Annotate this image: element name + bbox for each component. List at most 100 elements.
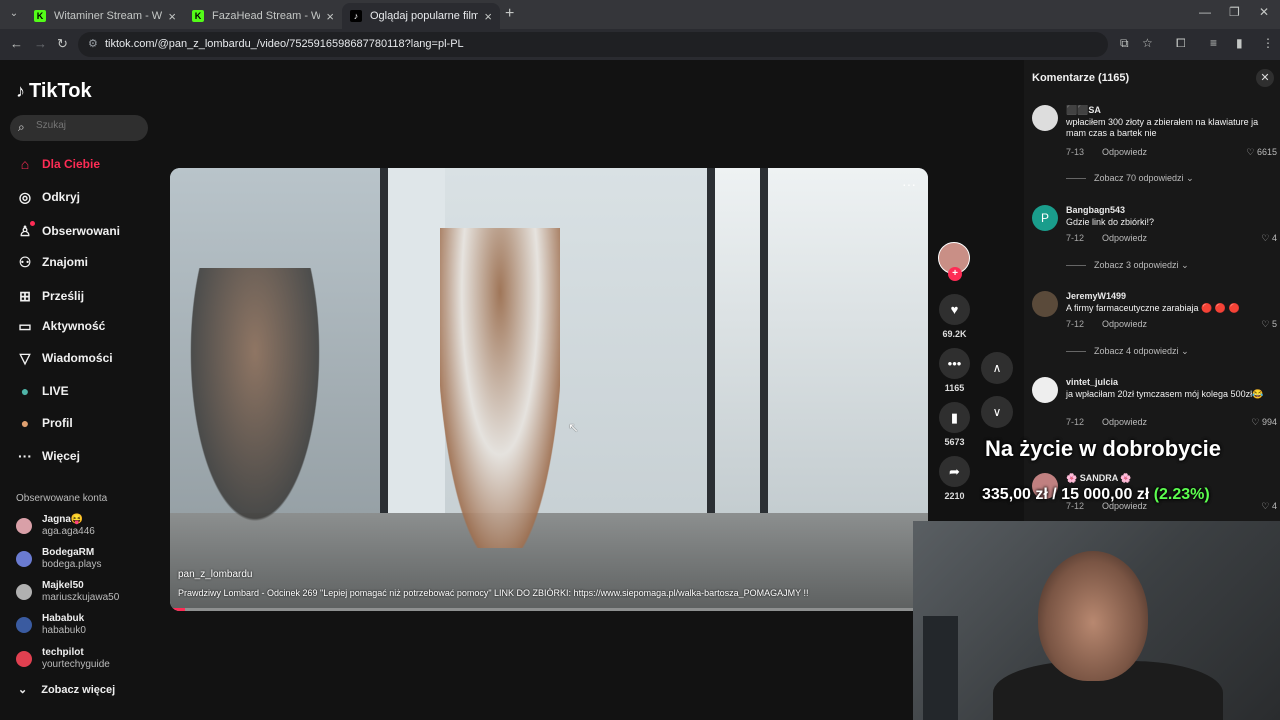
site-info-icon[interactable]: ⚙ <box>88 37 98 50</box>
comment-meta: 7-12 Odpowiedz <box>1066 233 1147 243</box>
browser-tab-3[interactable]: ♪ Oglądaj popularne filmy | TikTok × <box>342 3 500 29</box>
video-subject <box>440 228 560 548</box>
chrome-menu-icon[interactable]: ⋮ <box>1262 36 1274 50</box>
menu-item-profile[interactable]: ● Profil <box>16 413 73 433</box>
avatar[interactable] <box>1032 291 1058 317</box>
tab-title: Witaminer Stream - Watch Live <box>54 10 162 22</box>
cast-icon[interactable]: ⧉ <box>1120 36 1129 51</box>
video-description: Prawdziwy Lombard - Odcinek 269 "Lepiej … <box>178 588 809 598</box>
close-comments-icon[interactable]: ✕ <box>1256 69 1274 87</box>
close-window-icon[interactable]: ✕ <box>1259 5 1269 19</box>
share-button[interactable]: ➦ 2210 <box>939 456 970 501</box>
comment-user[interactable]: Bangbagn543 <box>1066 205 1125 215</box>
tab-close-icon[interactable]: × <box>326 9 334 24</box>
menu-item-messages[interactable]: ▽ Wiadomości <box>16 348 113 368</box>
comment-user[interactable]: JeremyW1499 <box>1066 291 1126 301</box>
replies-label: Zobacz 4 odpowiedzi <box>1094 346 1179 356</box>
browser-tab-1[interactable]: K Witaminer Stream - Watch Live × <box>26 3 184 29</box>
followed-account[interactable]: Majkel50 mariuszkujawa50 <box>16 579 119 605</box>
comment-like[interactable]: ♡ 994 <box>1251 417 1277 428</box>
comment-user[interactable]: ⬛⬛SA <box>1066 105 1101 116</box>
avatar[interactable]: P <box>1032 205 1058 231</box>
tab-search-dropdown-icon[interactable]: ⌄ <box>6 6 22 22</box>
comment-like[interactable]: ♡ 6615 <box>1246 147 1277 158</box>
comment-date: 7-13 <box>1066 147 1085 157</box>
reply-button[interactable]: Odpowiedz <box>1102 417 1147 427</box>
compass-icon: ◎ <box>18 188 32 205</box>
url-text[interactable]: tiktok.com/@pan_z_lombardu_/video/752591… <box>105 38 464 50</box>
account-name: Hababuk <box>42 613 85 624</box>
comment-meta: 7-12 Odpowiedz <box>1066 319 1147 329</box>
follow-plus-icon[interactable]: + <box>948 267 962 281</box>
account-name: Majkel50 <box>42 580 84 591</box>
next-video-button[interactable]: ∨ <box>981 396 1013 428</box>
menu-item-explore[interactable]: ◎ Odkryj <box>16 187 80 207</box>
previous-video-button[interactable]: ∧ <box>981 352 1013 384</box>
menu-label: Dla Ciebie <box>42 157 101 171</box>
tiktok-logo[interactable]: ♪ TikTok <box>16 80 92 103</box>
comment-meta: 7-13 Odpowiedz <box>1066 147 1147 157</box>
menu-item-friends[interactable]: ⚇ Znajomi <box>16 252 88 272</box>
search-box[interactable]: ⌕ <box>10 115 148 141</box>
video-more-icon[interactable]: ··· <box>902 176 916 192</box>
tab-close-icon[interactable]: × <box>484 9 492 24</box>
comment-text: Gdzie link do zbiórki!? <box>1066 217 1155 227</box>
reading-list-icon[interactable]: ≡ <box>1210 36 1217 50</box>
tab-title: Oglądaj popularne filmy | TikTok <box>370 10 479 22</box>
view-replies-button[interactable]: Zobacz 70 odpowiedzi ⌄ <box>1066 173 1194 184</box>
microphone-arm <box>923 616 958 720</box>
like-button[interactable]: ♥ 69.2K <box>939 294 970 339</box>
see-more-button[interactable]: ⌄ Zobacz więcej <box>18 683 115 696</box>
menu-item-activity[interactable]: ▭ Aktywność <box>16 316 105 336</box>
reply-button[interactable]: Odpowiedz <box>1102 319 1147 329</box>
avatar <box>16 617 32 633</box>
back-icon[interactable]: ← <box>10 36 23 51</box>
video-author[interactable]: pan_z_lombardu <box>178 569 253 580</box>
address-bar[interactable]: ⚙ tiktok.com/@pan_z_lombardu_/video/7525… <box>78 32 1108 57</box>
comment-like[interactable]: ♡ 5 <box>1261 319 1277 330</box>
view-replies-button[interactable]: Zobacz 3 odpowiedzi ⌄ <box>1066 260 1189 271</box>
video-frame-part <box>380 168 388 548</box>
menu-item-live[interactable]: ● LIVE <box>16 381 69 401</box>
search-icon[interactable]: ⌕ <box>18 120 25 135</box>
video-player[interactable]: ··· pan_z_lombardu Prawdziwy Lombard - O… <box>170 168 928 611</box>
comment-item: JeremyW1499 A firmy farmaceutyczne zarab… <box>1032 291 1277 336</box>
save-button[interactable]: ▮ 5673 <box>939 402 970 447</box>
comment-text: ja wpłaciłam 20zł tymczasem mój kolega 5… <box>1066 389 1264 399</box>
new-tab-button[interactable]: + <box>505 5 514 23</box>
search-input[interactable] <box>36 120 141 131</box>
menu-item-upload[interactable]: ⊞ Prześlij <box>16 286 84 306</box>
kick-favicon-icon: K <box>34 10 46 22</box>
avatar[interactable] <box>1032 105 1058 131</box>
browser-tab-2[interactable]: K FazaHead Stream - Watch Live × <box>184 3 342 29</box>
followed-account[interactable]: techpilot yourtechyguide <box>16 646 110 672</box>
reply-button[interactable]: Odpowiedz <box>1102 233 1147 243</box>
comment-user[interactable]: vintet_julcia <box>1066 377 1118 387</box>
restore-icon[interactable]: ❐ <box>1229 5 1240 19</box>
donation-goal-amount: 335,00 zł / 15 000,00 zł (2.23%) <box>982 486 1210 504</box>
followed-account[interactable]: Jagna😝 aga.aga446 <box>16 513 95 539</box>
comment-button[interactable]: ••• 1165 <box>939 348 970 393</box>
tab-close-icon[interactable]: × <box>168 9 176 24</box>
kick-favicon-icon: K <box>192 10 204 22</box>
reload-icon[interactable]: ↻ <box>57 36 68 52</box>
extensions-icon[interactable]: ⧠ <box>1176 36 1186 51</box>
video-progress-bar[interactable] <box>170 608 928 611</box>
menu-item-more[interactable]: ··· Więcej <box>16 446 80 466</box>
menu-label: Profil <box>42 416 73 430</box>
comment-like[interactable]: ♡ 4 <box>1261 501 1277 512</box>
minimize-icon[interactable]: — <box>1199 5 1211 19</box>
avatar[interactable] <box>1032 377 1058 403</box>
followed-account[interactable]: Hababuk hababuk0 <box>16 612 86 638</box>
account-handle: mariuszkujawa50 <box>42 592 120 603</box>
forward-icon[interactable]: → <box>34 36 47 51</box>
comment-like[interactable]: ♡ 4 <box>1261 233 1277 244</box>
reply-button[interactable]: Odpowiedz <box>1102 147 1147 157</box>
view-replies-button[interactable]: Zobacz 4 odpowiedzi ⌄ <box>1066 346 1189 357</box>
bookmark-star-icon[interactable]: ☆ <box>1142 36 1153 50</box>
comment-user[interactable]: 🌸 SANDRA 🌸 <box>1066 473 1132 484</box>
profile-avatar-icon[interactable]: ▮ <box>1236 36 1243 50</box>
followed-account[interactable]: BodegaRM bodega.plays <box>16 546 102 572</box>
menu-item-for-you[interactable]: ⌂ Dla Ciebie <box>16 154 100 174</box>
logo-text: TikTok <box>29 80 92 102</box>
